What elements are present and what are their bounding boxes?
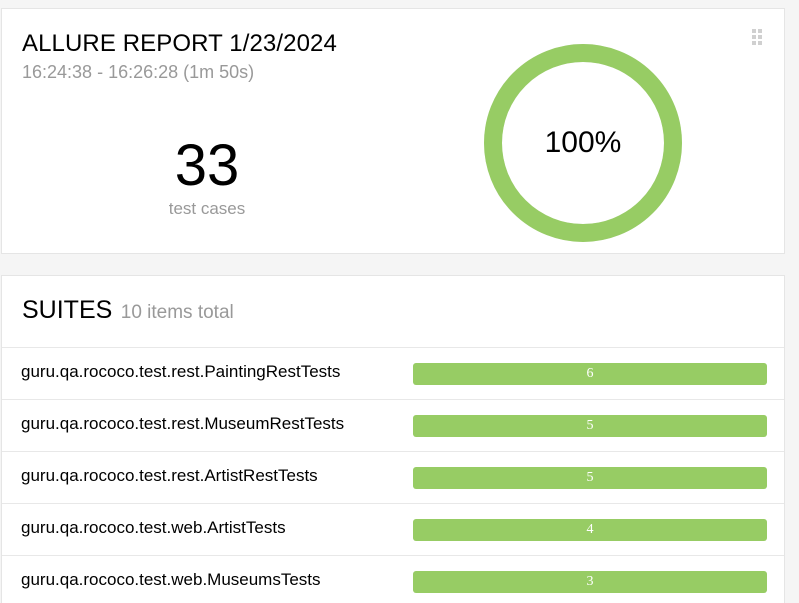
suite-passed-bar: 6 bbox=[413, 363, 767, 385]
summary-widget: ALLURE REPORT 1/23/2024 16:24:38 - 16:26… bbox=[1, 8, 785, 254]
suites-total-count: 10 items total bbox=[120, 302, 234, 323]
suites-list: guru.qa.rococo.test.rest.PaintingRestTes… bbox=[2, 347, 784, 603]
suite-row[interactable]: guru.qa.rococo.test.rest.MuseumRestTests… bbox=[2, 399, 784, 451]
suite-passed-bar: 5 bbox=[413, 467, 767, 489]
suites-header: SUITES 10 items total bbox=[22, 296, 234, 325]
suite-name: guru.qa.rococo.test.rest.MuseumRestTests bbox=[21, 414, 345, 433]
suite-row[interactable]: guru.qa.rococo.test.web.MuseumsTests 3 bbox=[2, 555, 784, 603]
suite-name: guru.qa.rococo.test.rest.ArtistRestTests bbox=[21, 466, 318, 485]
allure-report-page: ALLURE REPORT 1/23/2024 16:24:38 - 16:26… bbox=[0, 0, 799, 603]
suite-name: guru.qa.rococo.test.web.ArtistTests bbox=[21, 518, 286, 537]
suite-row[interactable]: guru.qa.rococo.test.web.ArtistTests 4 bbox=[2, 503, 784, 555]
suite-passed-bar: 4 bbox=[413, 519, 767, 541]
test-case-count-label: test cases bbox=[168, 199, 246, 218]
success-rate-label: 100% bbox=[544, 126, 622, 159]
suite-name: guru.qa.rococo.test.web.MuseumsTests bbox=[21, 570, 321, 589]
suites-title: SUITES bbox=[22, 296, 113, 324]
test-case-count: 33 bbox=[174, 133, 240, 198]
report-title: ALLURE REPORT 1/23/2024 bbox=[22, 30, 337, 57]
suites-widget: SUITES 10 items total guru.qa.rococo.tes… bbox=[1, 275, 785, 603]
report-time-range: 16:24:38 - 16:26:28 (1m 50s) bbox=[22, 62, 255, 82]
suite-passed-bar: 5 bbox=[413, 415, 767, 437]
suite-passed-bar: 3 bbox=[413, 571, 767, 593]
grip-dots-icon[interactable] bbox=[752, 29, 764, 45]
suite-row[interactable]: guru.qa.rococo.test.rest.ArtistRestTests… bbox=[2, 451, 784, 503]
suite-name: guru.qa.rococo.test.rest.PaintingRestTes… bbox=[21, 362, 341, 381]
suite-row[interactable]: guru.qa.rococo.test.rest.PaintingRestTes… bbox=[2, 347, 784, 399]
